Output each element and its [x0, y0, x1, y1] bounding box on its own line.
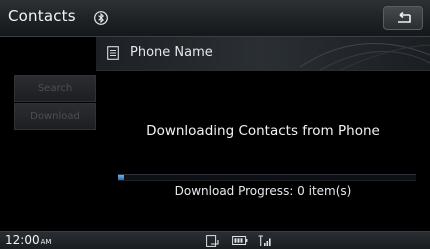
download-button[interactable]: Download [14, 103, 96, 130]
clock: 12:00AM [5, 233, 51, 247]
sidebar: Search Download [0, 37, 96, 231]
status-bar: 12:00AM [0, 231, 430, 249]
search-button[interactable]: Search [14, 75, 96, 102]
bluetooth-icon [94, 11, 108, 25]
clock-time: 12:00 [5, 233, 40, 247]
download-status-message: Downloading Contacts from Phone [146, 123, 380, 139]
phone-name-bar: Phone Name [96, 37, 430, 71]
phone-status-icon [206, 235, 219, 247]
signal-icon [258, 235, 271, 246]
header-bar: Contacts [0, 0, 430, 37]
decorative-swirl [299, 42, 430, 70]
download-progress-bar [118, 174, 416, 181]
contacts-download-screen: Contacts Search Download Phone Name Down… [0, 0, 430, 249]
back-button[interactable] [383, 6, 423, 30]
phonebook-icon [107, 46, 119, 60]
battery-icon [232, 236, 248, 245]
back-arrow-icon [398, 12, 411, 23]
page-title: Contacts [8, 7, 76, 25]
main-content: Downloading Contacts from Phone Download… [96, 71, 430, 231]
phone-name-label: Phone Name [130, 45, 213, 60]
progress-fill [118, 175, 124, 180]
clock-ampm: AM [40, 238, 52, 246]
download-progress-label: Download Progress: 0 item(s) [174, 184, 352, 198]
